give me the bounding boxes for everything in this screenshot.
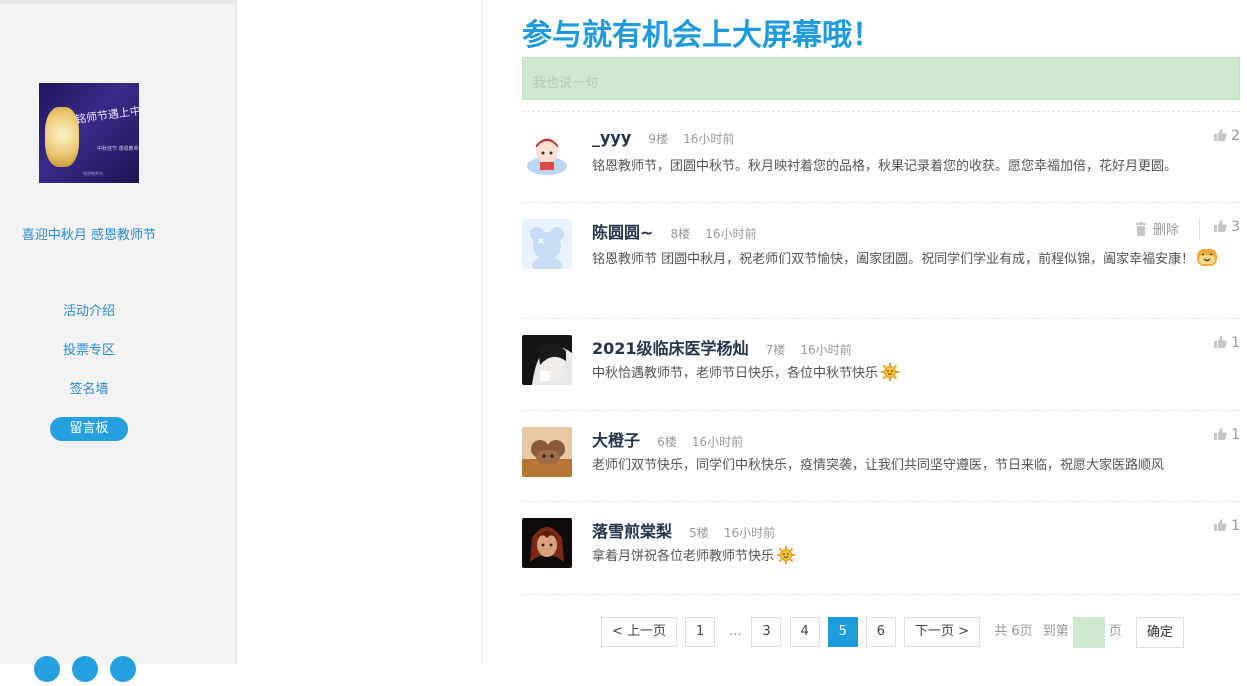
comment-text: 铭恩教师节 团圆中秋月，祝老师们双节愉快，阖家团圆。祝同学们学业有成，前程似锦，… [592,246,1232,272]
avatar[interactable] [522,518,572,568]
avatar[interactable] [522,335,572,385]
timestamp: 16小时前 [683,132,735,146]
sidebar-top-border [0,0,237,4]
thumbs-up-icon [1213,128,1227,146]
like-button[interactable]: 2 [1213,128,1240,146]
like-button[interactable]: 3 [1213,219,1240,237]
comment-item: 落雪煎棠梨 5楼 16小时前 拿着月饼祝各位老师教师节快乐 1 [522,501,1240,594]
user-name[interactable]: 陈圆圆~ [592,223,653,242]
comment-text-body: 中秋恰遇教师节，老师节日快乐，各位中秋节快乐 [592,366,879,381]
share-circle-icon[interactable] [34,656,60,682]
floor-number: 9楼 [648,132,669,146]
comment-input[interactable]: 我也说一句 [522,57,1240,100]
nav-item-signature-wall[interactable]: 签名墙 [50,378,128,402]
page-headline: 参与就有机会上大屏幕哦！ [522,18,882,53]
pagination: < 上一页 1 ... 3 4 5 6 下一页 > 共 6页 到第 页 确定 [601,617,1184,649]
current-page-button[interactable]: 5 [827,617,858,647]
poster-footer: 铭恩教师节 [83,171,103,176]
page-button[interactable]: 1 [685,617,716,647]
timestamp: 16小时前 [705,227,757,241]
like-count: 1 [1231,518,1240,534]
user-name[interactable]: 大橙子 [592,431,640,450]
avatar[interactable] [522,219,572,269]
delete-button[interactable]: 删除 [1135,219,1200,240]
like-button[interactable]: 1 [1213,427,1240,445]
comment-list: _yyy 9楼 16小时前 铭恩教师节，团圆中秋节。秋月映衬着您的品格，秋果记录… [522,111,1240,595]
user-name[interactable]: _yyy [592,128,631,147]
message-board: 参与就有机会上大屏幕哦！ 我也说一句 _yyy 9楼 16小时前 铭恩教师节，团… [482,0,1247,664]
side-nav: 活动介绍 投票专区 签名墙 留言板 [0,300,178,456]
avatar[interactable] [522,128,572,178]
prev-page-button[interactable]: < 上一页 [601,617,678,647]
timestamp: 16小时前 [723,526,776,540]
goto-label: 到第 [1042,624,1069,639]
page-ellipsis: ... [729,624,742,639]
comment-text: 老师们双节快乐，同学们中秋快乐，疫情突袭，让我们共同坚守遵医，节日来临，祝愿大家… [592,458,1165,473]
blank-column [238,0,482,664]
share-circle-icon[interactable] [72,656,98,682]
share-circle-icon[interactable] [110,656,136,682]
comment-item: 2021级临床医学杨灿 7楼 16小时前 中秋恰遇教师节，老师节日快乐，各位中秋… [522,318,1240,410]
user-name[interactable]: 落雪煎棠梨 [592,522,672,541]
goto-suffix: 页 [1108,624,1122,639]
comment-item: 大橙子 6楼 16小时前 老师们双节快乐，同学们中秋快乐，疫情突袭，让我们共同坚… [522,410,1240,501]
list-divider [522,594,1240,595]
user-name[interactable]: 2021级临床医学杨灿 [592,339,749,358]
like-count: 3 [1231,219,1240,235]
event-poster[interactable]: 铭师节遇上中秋节 中秋佳节 感恩教师 铭恩教师节 [39,83,139,183]
next-page-button[interactable]: 下一页 > [904,617,981,647]
floor-number: 7楼 [765,343,786,357]
shy-face-icon [1196,246,1218,266]
like-count: 1 [1231,335,1240,351]
like-count: 2 [1231,128,1240,144]
thumbs-up-icon [1213,335,1227,353]
delete-label: 删除 [1152,223,1179,238]
nav-item-intro[interactable]: 活动介绍 [50,300,128,324]
comment-text: 铭恩教师节，团圆中秋节。秋月映衬着您的品格，秋果记录着您的收获。愿您幸福加倍，花… [592,159,1178,174]
confirm-button[interactable]: 确定 [1135,617,1184,648]
comment-item: 陈圆圆~ 8楼 16小时前 铭恩教师节 团圆中秋月，祝老师们双节愉快，阖家团圆。… [522,202,1240,318]
comment-item: _yyy 9楼 16小时前 铭恩教师节，团圆中秋节。秋月映衬着您的品格，秋果记录… [522,111,1240,202]
thumbs-up-icon [1213,518,1227,536]
share-buttons [34,656,148,686]
nav-item-message-board[interactable]: 留言板 [50,417,128,441]
sun-icon [776,545,796,565]
avatar[interactable] [522,427,572,477]
sidebar: 铭师节遇上中秋节 中秋佳节 感恩教师 铭恩教师节 喜迎中秋月 感恩教师节 活动介… [0,0,237,682]
like-count: 1 [1231,427,1240,443]
poster-title: 铭师节遇上中秋节 [74,101,139,127]
page-button[interactable]: 6 [865,617,896,647]
page-button[interactable]: 4 [789,617,820,647]
sun-icon [880,362,900,382]
thumbs-up-icon [1213,427,1227,445]
trash-icon [1135,222,1147,240]
comment-text-body: 拿着月饼祝各位老师教师节快乐 [592,549,775,564]
poster-subtitle: 中秋佳节 感恩教师 [97,146,139,152]
timestamp: 16小时前 [800,343,852,357]
like-button[interactable]: 1 [1213,335,1240,353]
total-pages: 共 6页 [994,624,1033,639]
goto-page-input[interactable] [1072,617,1105,648]
like-button[interactable]: 1 [1213,518,1240,536]
thumbs-up-icon [1213,219,1227,237]
event-title: 喜迎中秋月 感恩教师节 [21,228,157,243]
comment-text: 中秋恰遇教师节，老师节日快乐，各位中秋节快乐 [592,362,1232,386]
timestamp: 16小时前 [691,435,744,449]
floor-number: 8楼 [670,227,691,241]
nav-item-vote[interactable]: 投票专区 [50,339,128,363]
floor-number: 6楼 [657,435,677,449]
comment-text: 拿着月饼祝各位老师教师节快乐 [592,545,1232,569]
comment-text-body: 铭恩教师节 团圆中秋月，祝老师们双节愉快，阖家团圆。祝同学们学业有成，前程似锦，… [592,252,1195,267]
page-button[interactable]: 3 [751,617,782,647]
floor-number: 5楼 [689,526,709,540]
